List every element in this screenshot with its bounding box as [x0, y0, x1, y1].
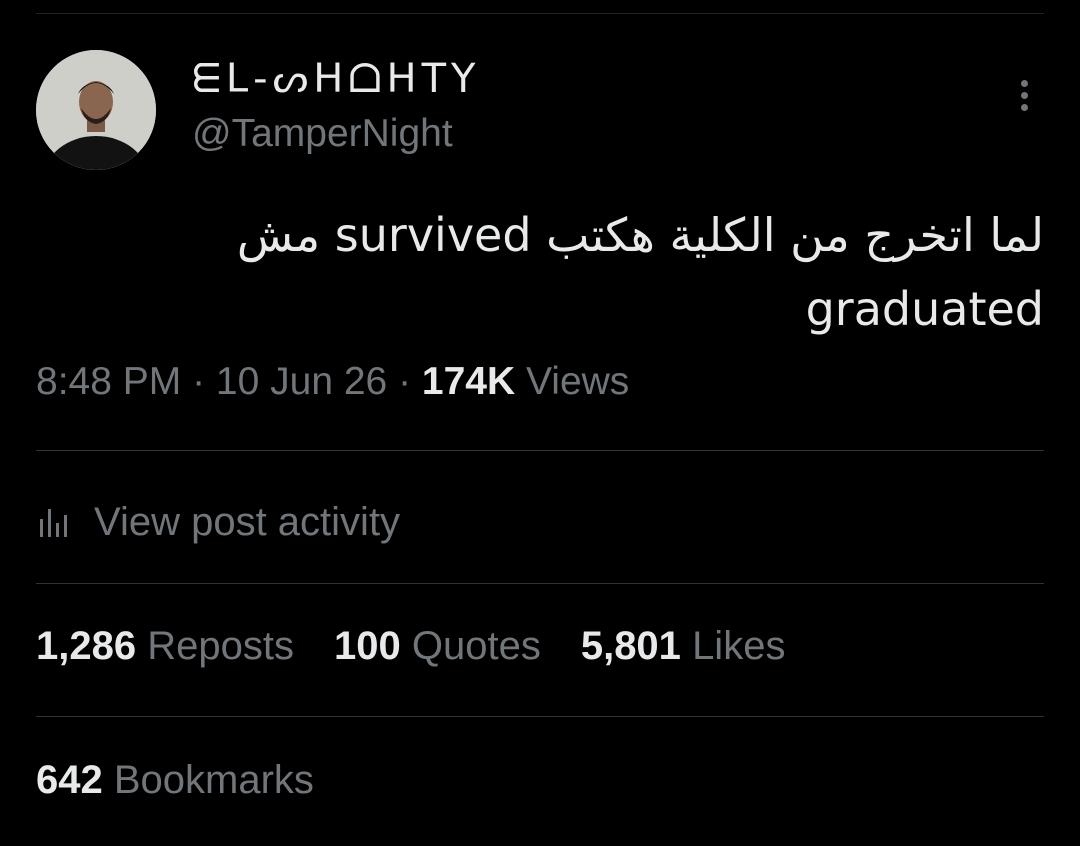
- tweet-meta: 8:48 PM · 10 Jun 26 · 174K Views: [36, 360, 629, 404]
- divider: [36, 716, 1044, 717]
- quotes-stat[interactable]: 100 Quotes: [334, 624, 541, 669]
- more-vertical-icon[interactable]: [1012, 80, 1036, 120]
- bookmarks-stat[interactable]: 642 Bookmarks: [36, 758, 314, 803]
- tweet-text: لما اتخرج من الكلية هكتب survived مش gra…: [36, 198, 1044, 346]
- likes-label: Likes: [692, 624, 786, 668]
- bookmarks-label: Bookmarks: [113, 758, 314, 802]
- reposts-label: Reposts: [147, 624, 294, 668]
- avatar[interactable]: [36, 50, 156, 170]
- tweet-header: ᗴᒪ-ᔕᕼᗝᕼTY @TamperNight: [36, 50, 1044, 170]
- tweet-date[interactable]: 10 Jun 26: [216, 360, 387, 403]
- quotes-count: 100: [333, 624, 401, 668]
- views-count: 174K: [421, 360, 516, 403]
- divider: [36, 583, 1044, 584]
- bookmarks-count: 642: [36, 758, 103, 802]
- divider: [36, 450, 1044, 451]
- view-post-activity-button[interactable]: View post activity: [36, 492, 400, 552]
- tweet-text-line-1: لما اتخرج من الكلية هكتب survived مش: [236, 208, 1044, 262]
- avatar-image: [36, 50, 156, 170]
- reposts-count: 1,286: [36, 624, 137, 668]
- likes-count: 5,801: [580, 624, 681, 668]
- engagement-stats: 1,286 Reposts 100 Quotes 5,801 Likes: [36, 624, 825, 669]
- quotes-label: Quotes: [411, 624, 541, 668]
- view-post-activity-label: View post activity: [94, 499, 401, 544]
- top-divider: [36, 13, 1044, 14]
- tweet-time[interactable]: 8:48 PM: [36, 360, 181, 403]
- tweet-text-line-2: graduated: [805, 282, 1044, 336]
- user-handle[interactable]: @TamperNight: [192, 112, 453, 156]
- bar-chart-icon: [40, 509, 67, 537]
- likes-stat[interactable]: 5,801 Likes: [581, 624, 786, 669]
- views-label: Views: [525, 360, 630, 403]
- reposts-stat[interactable]: 1,286 Reposts: [36, 624, 294, 669]
- meta-separator: ·: [181, 360, 216, 403]
- display-name[interactable]: ᗴᒪ-ᔕᕼᗝᕼTY: [192, 56, 481, 102]
- meta-separator: ·: [387, 360, 422, 403]
